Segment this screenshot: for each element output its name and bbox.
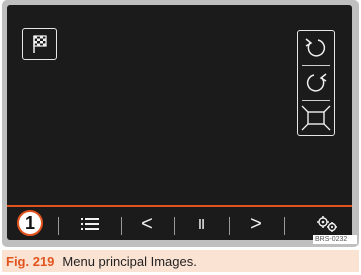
infotainment-screen: < II > 1: [7, 5, 352, 240]
fit-screen-button[interactable]: [298, 101, 334, 135]
checkered-flag-icon: [23, 29, 56, 59]
flag-button[interactable]: [22, 28, 57, 60]
next-label: >: [250, 213, 262, 235]
image-tools-group: [297, 30, 335, 136]
next-button[interactable]: >: [231, 211, 281, 237]
previous-label: <: [141, 213, 153, 235]
divider: [58, 217, 59, 235]
divider: [121, 217, 122, 235]
rotate-right-button[interactable]: [298, 66, 334, 100]
divider: [229, 217, 230, 235]
rotate-left-button[interactable]: [298, 31, 334, 65]
previous-button[interactable]: <: [123, 211, 171, 237]
divider: [174, 217, 175, 235]
list-button[interactable]: [63, 211, 117, 237]
figure-number: Fig. 219: [6, 253, 55, 269]
list-icon: [80, 216, 100, 232]
gears-icon: [314, 214, 340, 234]
settings-button[interactable]: [307, 211, 347, 237]
callout-marker: 1: [17, 210, 43, 236]
rotate-left-icon: [298, 31, 334, 65]
caption-text: Menu principal Images.: [62, 253, 197, 269]
figure-reference-code: BRS-0232: [313, 235, 357, 244]
pause-label: II: [197, 215, 205, 233]
pause-button[interactable]: II: [176, 211, 226, 237]
fit-screen-icon: [298, 101, 334, 135]
figure-caption: Fig. 219 Menu principal Images.: [2, 250, 359, 272]
bottom-toolbar: < II >: [7, 207, 352, 240]
divider: [284, 217, 285, 235]
rotate-right-icon: [298, 66, 334, 100]
